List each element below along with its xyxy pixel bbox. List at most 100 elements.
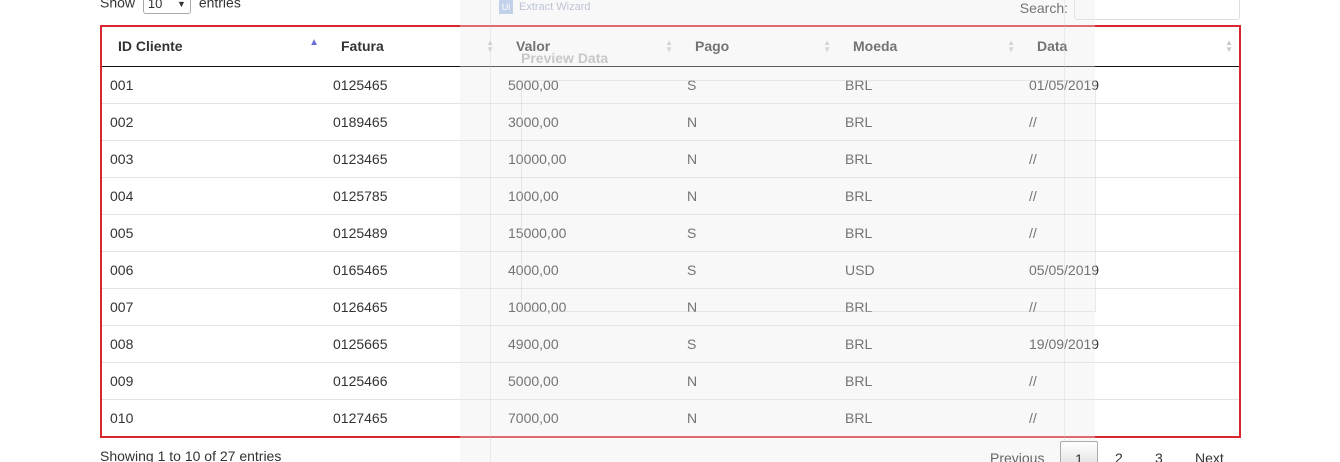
cell-fatura: 0165465 [325, 250, 500, 288]
page-length-select[interactable]: 10 ▼ [142, 0, 191, 14]
cell-id-cliente: 008 [102, 324, 325, 362]
cell-moeda: BRL [837, 102, 1021, 140]
cell-fatura: 0127465 [325, 398, 500, 436]
cell-moeda: BRL [837, 176, 1021, 214]
cell-valor: 10000,00 [500, 287, 679, 325]
cell-pago: S [687, 76, 697, 93]
data-table: ID Cliente ▲ Fatura ▲ ▼ Valor ▲ ▼ Pago ▲ ▼ Moed… [102, 27, 1239, 436]
table-info: Showing 1 to 10 of 27 entries [100, 448, 282, 462]
table-row: 002 0189465 3000,00 N BRL// [102, 102, 1239, 140]
table-row: 001 0125465 5000,00 S BRL 01/05/2019 [102, 66, 1239, 103]
cell-valor: 5000,00 [508, 76, 559, 93]
table-row: 003 0123465 10000,00 N BRL// [102, 139, 1239, 177]
cell-valor: 7000,00 [500, 398, 679, 436]
cell-data: // [1021, 176, 1239, 214]
cell-id-cliente: 005 [102, 213, 325, 251]
cell-data: // [1021, 398, 1239, 436]
sort-both-icon: ▲ ▼ [665, 38, 673, 54]
cell-pago: N [679, 176, 837, 214]
header-label: Fatura [341, 38, 384, 55]
cell-fatura: 0125665 [325, 324, 500, 362]
pagination: Previous 1 2 3 Next [980, 440, 1240, 462]
data-table-frame: ID Cliente ▲ Fatura ▲ ▼ Valor ▲ ▼ Pago ▲ ▼ Moed… [100, 25, 1241, 438]
cell-pago: S [679, 324, 837, 362]
chevron-down-icon: ▼ [177, 0, 186, 9]
column-header-fatura[interactable]: Fatura ▲ ▼ [325, 27, 500, 67]
cell-data: 05/05/2019 [1021, 250, 1239, 288]
length-prefix: Show [100, 0, 136, 11]
column-header-moeda[interactable]: Moeda ▲ ▼ [837, 27, 1021, 67]
sort-ascending-icon: ▲ [309, 37, 319, 48]
table-row: 008 0125665 4900,00 S BRL 19/09/2019 [102, 324, 1239, 362]
search-input[interactable] [1074, 0, 1240, 20]
cell-pago: N [679, 139, 837, 177]
header-label: Pago [695, 38, 730, 55]
page-length-value: 10 [147, 0, 163, 11]
table-row: 006 0165465 4000,00 S USD 05/05/2019 [102, 250, 1239, 288]
search-label: Search: [1019, 0, 1068, 16]
next-page-button[interactable]: Next [1195, 450, 1224, 462]
cell-data: // [1021, 139, 1239, 177]
column-header-pago[interactable]: Pago ▲ ▼ [679, 27, 837, 67]
table-controls: Show 10 ▼ entries Search: [100, 0, 1240, 20]
cell-fatura: 0125785 [325, 176, 500, 214]
cell-fatura: 0126465 [325, 287, 500, 325]
cell-valor: 15000,00 [500, 213, 679, 251]
table-row: 005 0125489 15000,00 S BRL// [102, 213, 1239, 251]
cell-data: // [1021, 361, 1239, 399]
page-button-1[interactable]: 1 [1060, 441, 1098, 462]
cell-id-cliente: 006 [102, 250, 325, 288]
cell-fatura: 0125466 [325, 361, 500, 399]
cell-fatura: 0189465 [325, 102, 500, 140]
header-label: Valor [516, 38, 551, 55]
table-row: 004 0125785 1000,00 N BRL// [102, 176, 1239, 214]
cell-data: // [1021, 287, 1239, 325]
cell-valor: 4900,00 [500, 324, 679, 362]
cell-valor: 4000,00 [500, 250, 679, 288]
cell-id-cliente: 009 [102, 361, 325, 399]
cell-moeda: BRL [845, 76, 873, 93]
cell-data: // [1021, 213, 1239, 251]
sort-both-icon: ▲ ▼ [1225, 38, 1233, 54]
cell-id-cliente: 001 [110, 76, 134, 93]
cell-pago: S [679, 250, 837, 288]
cell-moeda: BRL [837, 287, 1021, 325]
sort-both-icon: ▲ ▼ [486, 38, 494, 54]
cell-valor: 1000,00 [500, 176, 679, 214]
cell-valor: 10000,00 [500, 139, 679, 177]
cell-pago: N [679, 287, 837, 325]
cell-id-cliente: 003 [102, 139, 325, 177]
cell-moeda: BRL [837, 324, 1021, 362]
cell-pago: N [679, 102, 837, 140]
sort-both-icon: ▲ ▼ [823, 38, 831, 54]
cell-moeda: BRL [837, 213, 1021, 251]
cell-fatura: 0125489 [325, 213, 500, 251]
cell-data: // [1021, 102, 1239, 140]
table-row: 007 0126465 10000,00 N BRL// [102, 287, 1239, 325]
cell-data: 19/09/2019 [1021, 324, 1239, 362]
header-label: Moeda [853, 38, 898, 55]
previous-page-button[interactable]: Previous [990, 450, 1044, 462]
cell-pago: N [679, 361, 837, 399]
table-row: 009 0125466 5000,00 N BRL// [102, 361, 1239, 399]
cell-fatura: 0123465 [325, 139, 500, 177]
column-header-id-cliente[interactable]: ID Cliente ▲ [102, 27, 325, 67]
cell-id-cliente: 004 [102, 176, 325, 214]
table-row: 010 0127465 7000,00 N BRL// [102, 398, 1239, 436]
table-header-row: ID Cliente ▲ Fatura ▲ ▼ Valor ▲ ▼ Pago ▲ ▼ Moed… [102, 27, 1239, 67]
sort-both-icon: ▲ ▼ [1007, 38, 1015, 54]
length-suffix: entries [198, 0, 241, 11]
column-header-data[interactable]: Data ▲ ▼ [1021, 27, 1239, 67]
cell-moeda: BRL [837, 139, 1021, 177]
cell-data: 01/05/2019 [1029, 76, 1100, 93]
header-label: ID Cliente [118, 38, 183, 55]
column-header-valor[interactable]: Valor ▲ ▼ [500, 27, 679, 67]
cell-fatura: 0125465 [333, 76, 388, 93]
page-button-2[interactable]: 2 [1115, 450, 1123, 462]
cell-id-cliente: 002 [102, 102, 325, 140]
length-control: Show 10 ▼ entries [100, 0, 241, 14]
cell-moeda: BRL [837, 398, 1021, 436]
cell-valor: 3000,00 [500, 102, 679, 140]
page-button-3[interactable]: 3 [1155, 450, 1163, 462]
cell-valor: 5000,00 [500, 361, 679, 399]
